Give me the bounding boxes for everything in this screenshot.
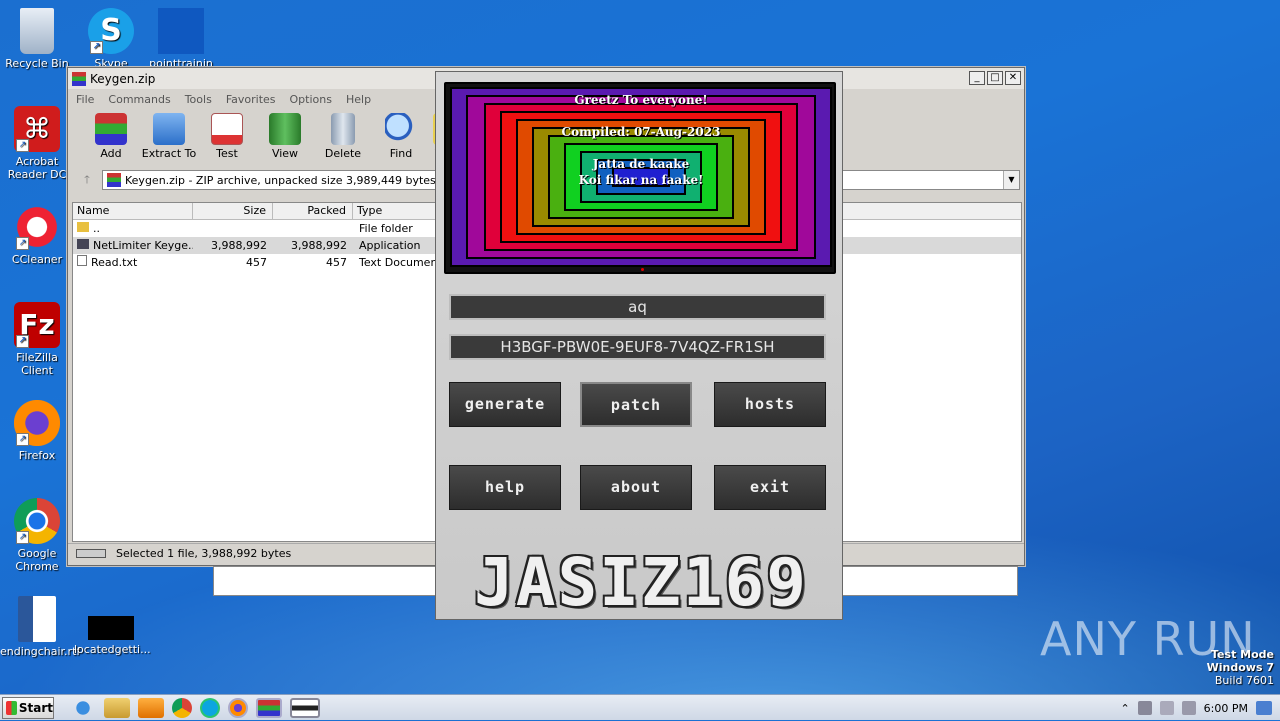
test-mode-watermark: Test Mode Windows 7 Build 7601 xyxy=(1206,648,1274,687)
menu-options[interactable]: Options xyxy=(290,93,332,106)
keygen-logo: JASIZ169 xyxy=(474,544,808,621)
slogan-line2: Koi fikar na faake! xyxy=(578,173,704,187)
compiled-text: Compiled: 07-Aug-2023 xyxy=(561,125,721,139)
clipboard-icon xyxy=(211,113,243,145)
extract-to-button[interactable]: Extract To xyxy=(140,109,198,167)
firefox-taskbar-icon[interactable] xyxy=(228,697,248,718)
flag-icon[interactable] xyxy=(1181,701,1196,715)
column-name[interactable]: Name xyxy=(73,203,193,219)
greet-text: Greetz To everyone! xyxy=(574,93,708,107)
desktop-icon-pointtrainin[interactable]: pointtrainin xyxy=(144,8,218,70)
keygen-display: Greetz To everyone! Compiled: 07-Aug-202… xyxy=(444,82,836,274)
menu-commands[interactable]: Commands xyxy=(108,93,170,106)
menu-tools[interactable]: Tools xyxy=(185,93,212,106)
media-player-icon[interactable] xyxy=(138,697,164,718)
menu-favorites[interactable]: Favorites xyxy=(226,93,276,106)
archive-icon xyxy=(107,173,121,187)
magnifier-icon xyxy=(385,113,417,145)
maximize-button[interactable]: □ xyxy=(987,71,1003,85)
recycle-bin-icon xyxy=(20,8,54,54)
desktop-icon-locatedgetti[interactable]: locatedgetti... xyxy=(74,596,151,656)
test-button[interactable]: Test xyxy=(198,109,256,167)
desktop-icon-chrome[interactable]: ↗ Google Chrome xyxy=(0,498,74,573)
ie-icon[interactable] xyxy=(70,697,96,718)
chrome-taskbar-icon[interactable] xyxy=(172,697,192,718)
desktop-icon-endingchair[interactable]: endingchair.rtf xyxy=(0,596,80,658)
slogan-line1: Jatta de kaake xyxy=(592,157,690,171)
view-button[interactable]: View xyxy=(256,109,314,167)
power-led xyxy=(641,268,644,271)
menu-help[interactable]: Help xyxy=(346,93,371,106)
acrobat-icon: ⌘ ↗ xyxy=(14,106,60,152)
show-hidden-icons[interactable]: ⌃ xyxy=(1120,702,1129,715)
firefox-icon: ↗ xyxy=(14,400,60,446)
column-size[interactable]: Size xyxy=(193,203,273,219)
desktop-icon-skype[interactable]: S ↗ Skype xyxy=(74,8,148,70)
chevron-down-icon[interactable]: ▼ xyxy=(1003,171,1019,189)
desktop-icon-ccleaner[interactable]: ↗ CCleaner xyxy=(0,204,74,266)
clock[interactable]: 6:00 PM xyxy=(1204,702,1248,715)
add-button[interactable]: Add xyxy=(82,109,140,167)
winrar-taskbar-icon[interactable] xyxy=(256,697,282,718)
help-button[interactable]: Help xyxy=(449,465,561,510)
keygen-taskbar-icon[interactable] xyxy=(290,697,320,718)
desktop-icon-acrobat[interactable]: ⌘ ↗ Acrobat Reader DC xyxy=(0,106,74,181)
menu-file[interactable]: File xyxy=(76,93,94,106)
taskbar: Start ⌃ 6:00 PM xyxy=(0,694,1280,720)
window-title: Keygen.zip xyxy=(90,71,156,86)
windows-logo-icon xyxy=(6,700,17,715)
column-packed[interactable]: Packed xyxy=(273,203,353,219)
folder-icon xyxy=(77,222,89,232)
start-button[interactable]: Start xyxy=(2,696,54,719)
filezilla-icon: Fz ↗ xyxy=(14,302,60,348)
desktop-icon-filezilla[interactable]: Fz ↗ FileZilla Client xyxy=(0,302,74,377)
file-icon xyxy=(88,616,134,640)
volume-icon[interactable] xyxy=(1159,701,1174,715)
edge-icon[interactable] xyxy=(200,697,220,718)
skype-icon: S ↗ xyxy=(88,8,134,54)
drive-icon xyxy=(76,549,106,558)
about-button[interactable]: About xyxy=(580,465,692,510)
hosts-button[interactable]: Hosts xyxy=(714,382,826,427)
winrar-icon xyxy=(72,71,86,86)
close-button[interactable]: ✕ xyxy=(1005,71,1021,85)
folder-icon xyxy=(153,113,185,145)
explorer-icon[interactable] xyxy=(104,697,130,718)
find-button[interactable]: Find xyxy=(372,109,430,167)
minimize-button[interactable]: _ xyxy=(969,71,985,85)
delete-button[interactable]: Delete xyxy=(314,109,372,167)
add-icon xyxy=(95,113,127,145)
book-icon xyxy=(269,113,301,145)
ccleaner-icon: ↗ xyxy=(14,204,60,250)
generate-button[interactable]: Generate xyxy=(449,382,561,427)
address-text: Keygen.zip - ZIP archive, unpacked size … xyxy=(125,173,436,187)
up-arrow-icon[interactable]: 🡑 xyxy=(72,171,102,190)
chrome-icon: ↗ xyxy=(14,498,60,544)
application-icon xyxy=(77,239,89,249)
patch-button[interactable]: Patch xyxy=(580,382,692,427)
keygen-window[interactable]: Greetz To everyone! Compiled: 07-Aug-202… xyxy=(435,71,843,620)
exit-button[interactable]: Exit xyxy=(714,465,826,510)
word-icon xyxy=(18,596,56,642)
name-input[interactable]: aq xyxy=(449,294,826,320)
file-icon xyxy=(158,8,204,54)
status-text: Selected 1 file, 3,988,992 bytes xyxy=(116,547,292,560)
system-tray: ⌃ 6:00 PM xyxy=(1120,695,1280,721)
serial-output[interactable]: H3BGF-PBW0E-9EUF8-7V4QZ-FR1SH xyxy=(449,334,826,360)
text-file-icon xyxy=(77,255,87,266)
show-desktop-icon[interactable] xyxy=(1256,701,1272,715)
desktop-icon-recycle-bin[interactable]: Recycle Bin xyxy=(0,8,74,70)
network-icon[interactable] xyxy=(1137,701,1152,715)
rainbow-rects: Greetz To everyone! Compiled: 07-Aug-202… xyxy=(450,87,832,267)
desktop-icon-firefox[interactable]: ↗ Firefox xyxy=(0,400,74,462)
trash-icon xyxy=(331,113,355,145)
